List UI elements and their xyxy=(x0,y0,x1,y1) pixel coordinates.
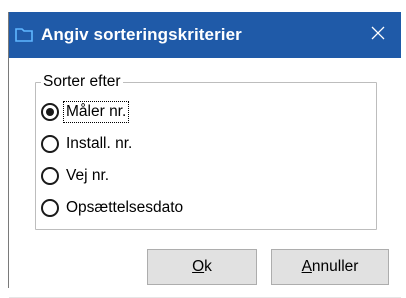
ok-label-rest: k xyxy=(204,258,212,275)
close-icon xyxy=(370,25,386,46)
ok-mnemonic: O xyxy=(192,258,205,275)
cancel-label-rest: nnuller xyxy=(311,258,359,275)
radio-button[interactable] xyxy=(41,135,59,153)
sort-by-group-label: Sorter efter xyxy=(41,73,123,91)
radio-option-meter-no[interactable]: Måler nr. xyxy=(41,100,130,124)
close-button[interactable] xyxy=(355,12,401,58)
sort-dialog: Angiv sorteringskriterier Sorter efter M… xyxy=(8,12,401,298)
radio-button[interactable] xyxy=(41,103,59,121)
cancel-button[interactable]: Annuller xyxy=(271,249,389,285)
dialog-title: Angiv sorteringskriterier xyxy=(41,25,242,44)
radio-label: Måler nr. xyxy=(62,101,130,123)
folder-icon xyxy=(15,28,33,42)
radio-label: Opsættelsesdato xyxy=(66,199,184,216)
cancel-mnemonic: A xyxy=(301,258,312,275)
radio-option-road-no[interactable]: Vej nr. xyxy=(41,164,111,188)
radio-option-installation-date[interactable]: Opsættelsesdato xyxy=(41,196,185,220)
ok-button[interactable]: Ok xyxy=(147,249,257,285)
radio-button[interactable] xyxy=(41,167,59,185)
title-bar[interactable]: Angiv sorteringskriterier xyxy=(9,12,401,58)
radio-button[interactable] xyxy=(41,199,59,217)
radio-label: Vej nr. xyxy=(66,167,110,184)
radio-label: Install. nr. xyxy=(66,135,133,152)
radio-option-install-no[interactable]: Install. nr. xyxy=(41,132,134,156)
